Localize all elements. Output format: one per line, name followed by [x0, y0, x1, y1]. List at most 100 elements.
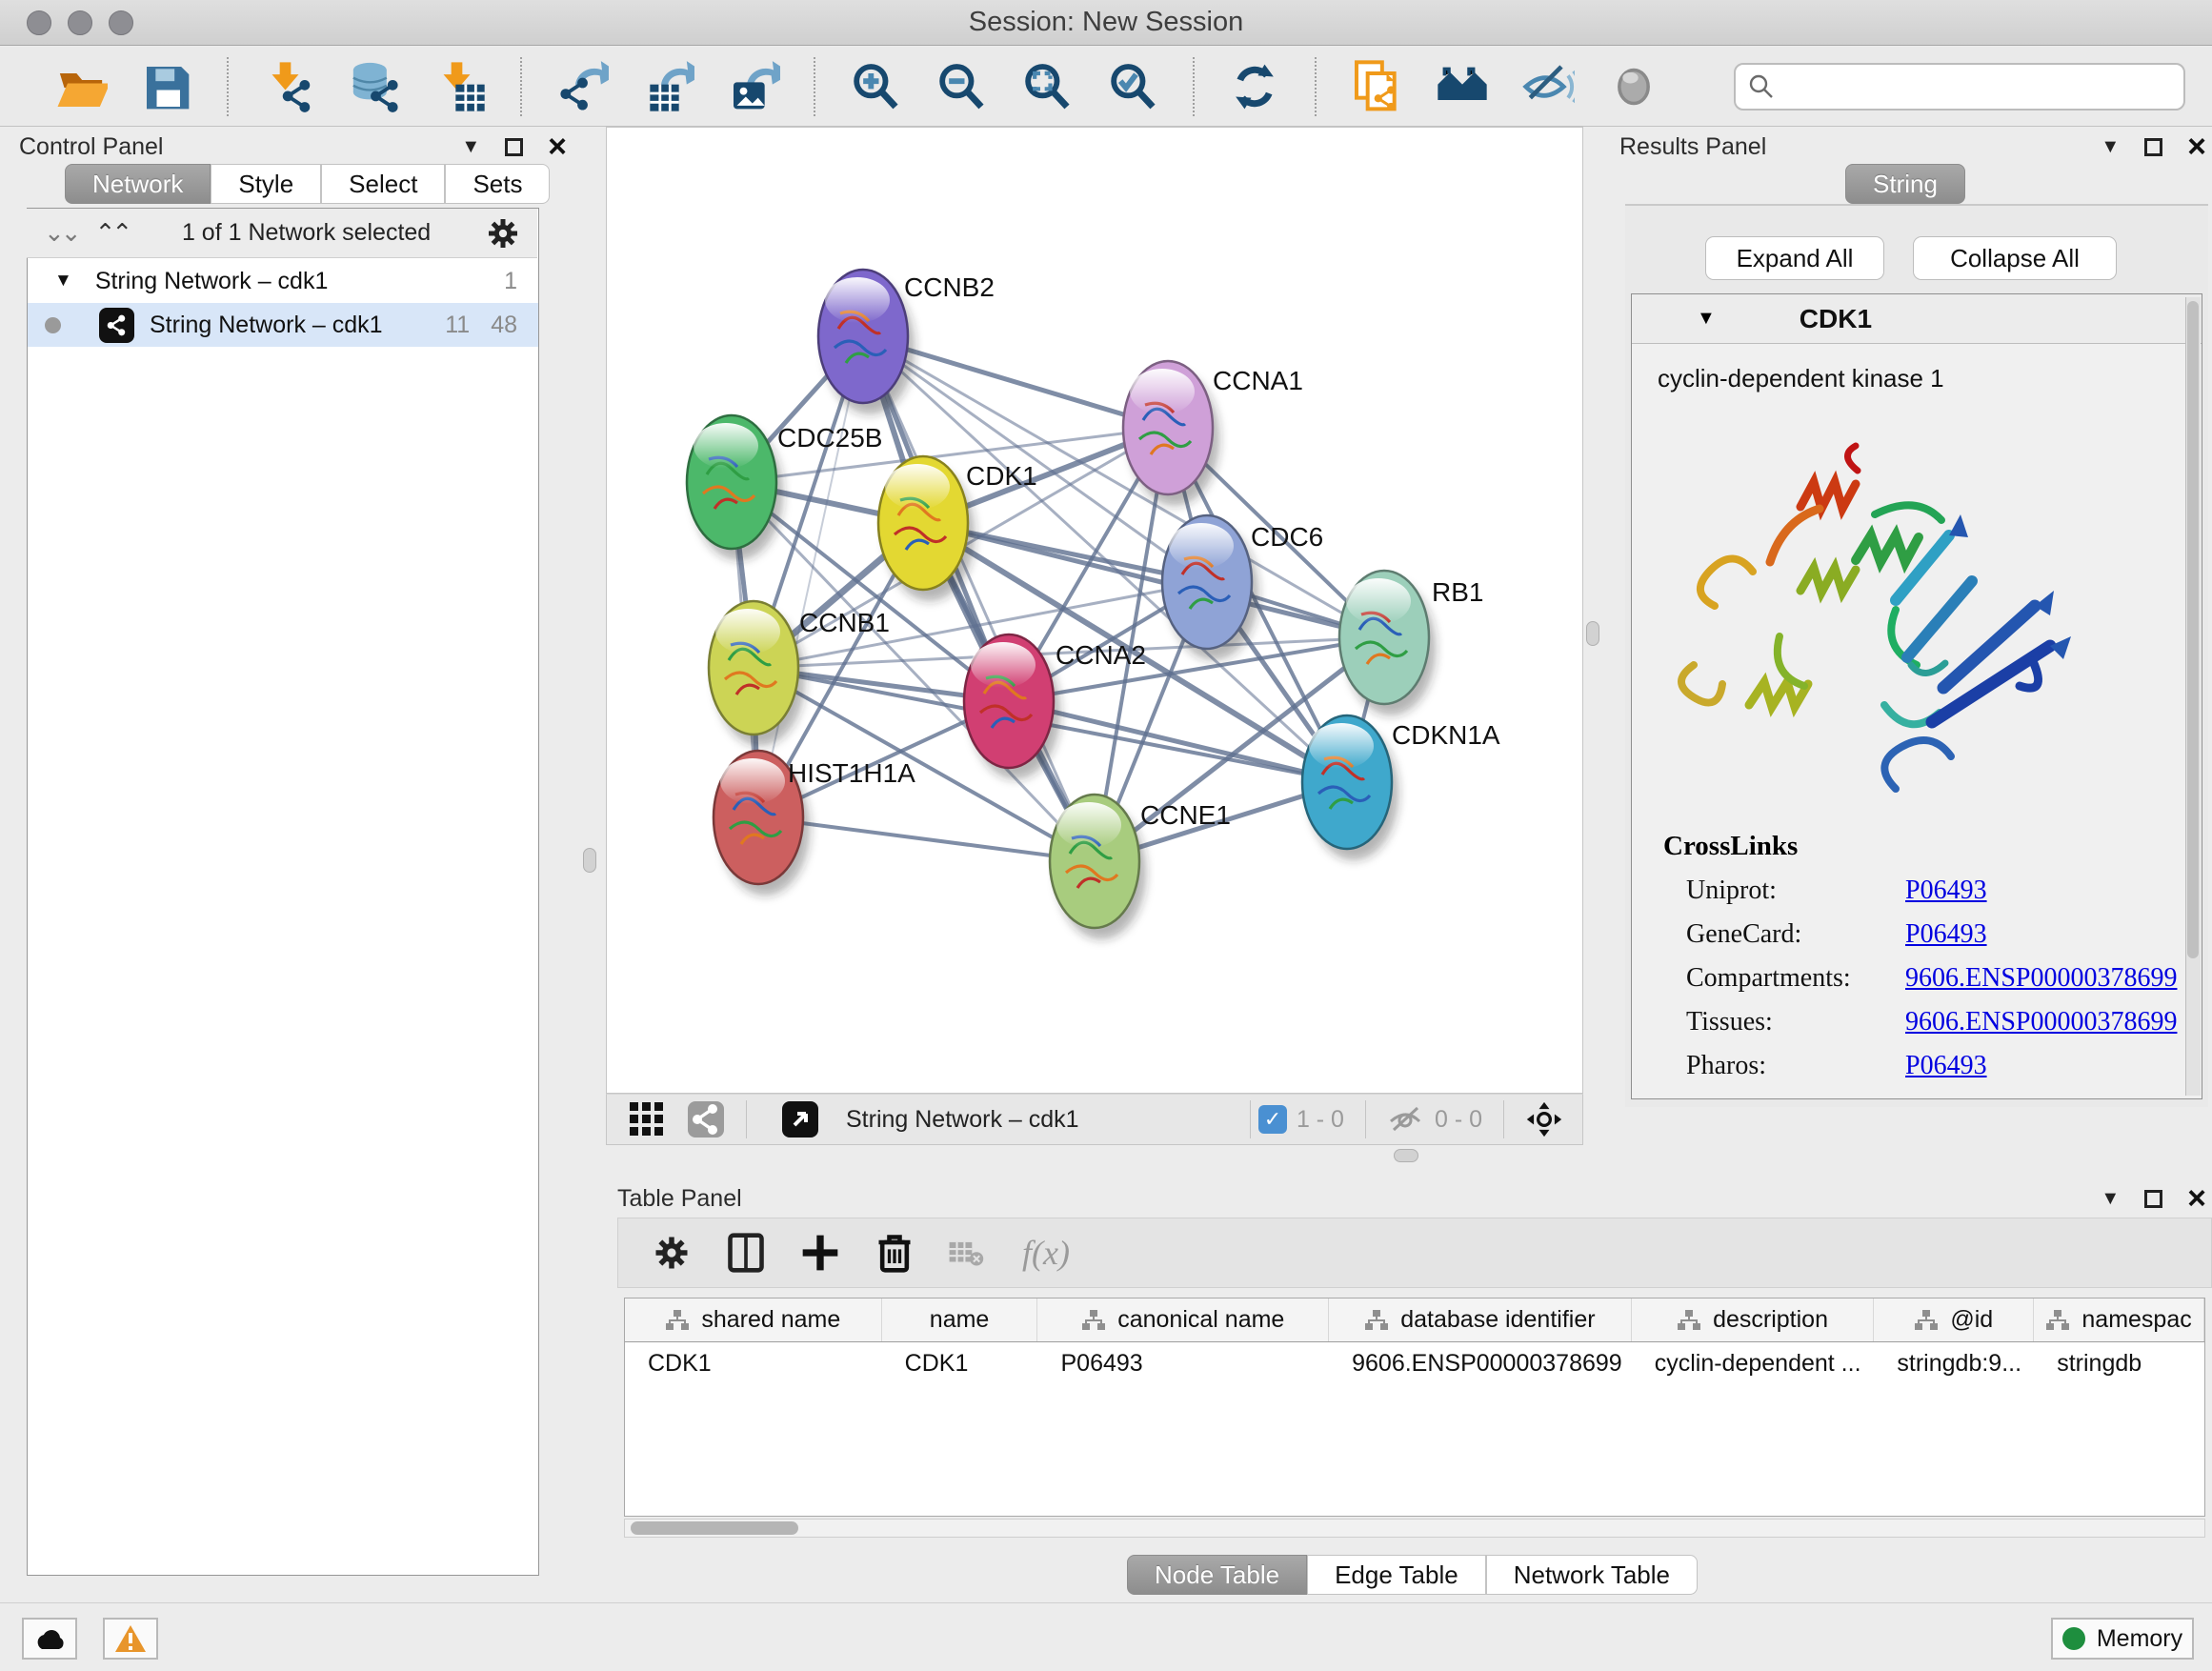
bottom-splitter-handle[interactable]	[1394, 1149, 1418, 1162]
save-session-button[interactable]	[137, 57, 196, 116]
import-network-button[interactable]	[259, 57, 318, 116]
table-hscrollbar-thumb[interactable]	[631, 1521, 798, 1535]
node-CCNA2[interactable]: CCNA2	[964, 634, 1146, 779]
refresh-button[interactable]	[1225, 57, 1284, 116]
memory-button[interactable]: Memory	[2051, 1618, 2194, 1660]
column-header-shared-name[interactable]: shared name	[625, 1299, 882, 1341]
tab-edge-table[interactable]: Edge Table	[1307, 1555, 1486, 1595]
crosslink-link[interactable]: 9606.ENSP00000378699	[1905, 1007, 2177, 1037]
show-all-button[interactable]	[1604, 57, 1663, 116]
expand-all-networks-icon[interactable]: ⌃⌃	[95, 218, 130, 248]
network-canvas[interactable]: CCNB2 CCNA1 CDC25B CDK1 CDC6 RB1	[606, 127, 1583, 1094]
results-scrollbar-thumb[interactable]	[2187, 301, 2199, 958]
network-share-view-icon[interactable]	[687, 1100, 725, 1138]
node-CCNA1[interactable]: CCNA1	[1123, 361, 1303, 506]
cell-canonical-name[interactable]: P06493	[1037, 1342, 1329, 1384]
node-CDKN1A[interactable]: CDKN1A	[1302, 715, 1500, 860]
column-header-namespac[interactable]: namespac	[2034, 1299, 2204, 1341]
crosslink-link[interactable]: P06493	[1905, 876, 1987, 906]
tab-style[interactable]: Style	[211, 164, 321, 204]
column-header-description[interactable]: description	[1632, 1299, 1875, 1341]
network-row-selected[interactable]: String Network – cdk1 11 48	[28, 303, 538, 347]
crosslink-link[interactable]: P06493	[1905, 1051, 1987, 1081]
window-controls[interactable]	[27, 10, 133, 35]
column-header-database-identifier[interactable]: database identifier	[1329, 1299, 1632, 1341]
column-header--id[interactable]: @id	[1874, 1299, 2034, 1341]
warnings-button[interactable]	[103, 1618, 158, 1660]
collapse-all-button[interactable]: Collapse All	[1913, 236, 2117, 280]
import-table-button[interactable]	[431, 57, 490, 116]
export-table-button[interactable]	[638, 57, 697, 116]
network-collection-row[interactable]: ▼ String Network – cdk1 1	[28, 259, 538, 303]
collapse-all-networks-icon[interactable]: ⌄⌄	[44, 218, 78, 248]
zoom-fit-button[interactable]	[1017, 57, 1076, 116]
show-columns-icon[interactable]	[725, 1232, 767, 1274]
node-CCNB1[interactable]: CCNB1	[709, 601, 890, 746]
delete-column-trash-icon[interactable]	[874, 1232, 915, 1274]
cell-shared-name[interactable]: CDK1	[625, 1342, 882, 1384]
search-input[interactable]	[1734, 63, 2185, 111]
results-panel-close-icon[interactable]: ×	[2187, 137, 2206, 156]
node-CCNB2[interactable]: CCNB2	[818, 270, 995, 414]
zoom-window-button[interactable]	[109, 10, 133, 35]
search-field[interactable]	[1783, 73, 2183, 100]
cell-database-identifier[interactable]: 9606.ENSP00000378699	[1329, 1342, 1632, 1384]
crosslink-link[interactable]: 9606.ENSP00000378699	[1905, 963, 2177, 994]
results-panel-collapse-icon[interactable]: ▼	[2101, 136, 2120, 158]
add-column-icon[interactable]	[799, 1232, 841, 1274]
left-splitter-handle[interactable]	[583, 848, 596, 873]
tab-sets[interactable]: Sets	[445, 164, 550, 204]
export-image-button[interactable]	[724, 57, 783, 116]
control-panel-close-icon[interactable]: ×	[548, 137, 567, 156]
import-network-database-button[interactable]	[345, 57, 404, 116]
table-panel-float-icon[interactable]	[2144, 1190, 2162, 1208]
gene-section-header[interactable]: ▼ CDK1	[1632, 294, 2202, 344]
birds-eye-view-icon[interactable]	[781, 1100, 819, 1138]
edge-CCNB2-HIST1H1A[interactable]	[758, 336, 863, 817]
selected-checkbox-icon[interactable]: ✓	[1258, 1105, 1287, 1134]
cell-name[interactable]: CDK1	[882, 1342, 1038, 1384]
hide-selected-button[interactable]	[1518, 57, 1578, 116]
cell-description[interactable]: cyclin-dependent ...	[1632, 1342, 1875, 1384]
toolbar-divider	[746, 1100, 747, 1138]
node-table[interactable]: shared namenamecanonical namedatabase id…	[624, 1298, 2205, 1517]
control-panel-float-icon[interactable]	[505, 138, 523, 156]
tab-select[interactable]: Select	[321, 164, 445, 204]
cloud-status-button[interactable]	[22, 1618, 77, 1660]
tab-network-table[interactable]: Network Table	[1486, 1555, 1698, 1595]
minimize-window-button[interactable]	[68, 10, 92, 35]
tab-node-table[interactable]: Node Table	[1127, 1555, 1307, 1595]
column-header-name[interactable]: name	[882, 1299, 1038, 1341]
tab-string[interactable]: String	[1845, 164, 1965, 204]
column-header-canonical-name[interactable]: canonical name	[1037, 1299, 1329, 1341]
table-panel-close-icon[interactable]: ×	[2187, 1189, 2206, 1208]
open-session-button[interactable]	[51, 57, 111, 116]
results-panel-float-icon[interactable]	[2144, 138, 2162, 156]
crosslink-label: Uniprot:	[1686, 876, 1905, 906]
network-options-gear-icon[interactable]	[484, 214, 522, 252]
string-import-button[interactable]	[1347, 57, 1406, 116]
cell--id[interactable]: stringdb:9...	[1874, 1342, 2034, 1384]
results-panel-header: Results Panel ▼ ×	[1619, 130, 2206, 164]
table-hscrollbar-track[interactable]	[624, 1519, 2205, 1538]
node-CCNE1[interactable]: CCNE1	[1050, 795, 1231, 939]
table-panel-collapse-icon[interactable]: ▼	[2101, 1188, 2120, 1210]
close-window-button[interactable]	[27, 10, 51, 35]
node-RB1[interactable]: RB1	[1339, 571, 1483, 715]
crosslink-link[interactable]: P06493	[1905, 919, 1987, 950]
table-settings-gear-icon[interactable]	[651, 1232, 693, 1274]
tab-network[interactable]: Network	[65, 164, 211, 204]
cell-namespac[interactable]: stringdb	[2034, 1342, 2204, 1384]
zoom-in-button[interactable]	[846, 57, 905, 116]
control-panel-collapse-icon[interactable]: ▼	[461, 136, 480, 158]
expand-all-button[interactable]: Expand All	[1705, 236, 1884, 280]
gene-collapse-icon[interactable]: ▼	[1697, 308, 1716, 330]
zoom-out-button[interactable]	[932, 57, 991, 116]
export-network-button[interactable]	[553, 57, 612, 116]
grid-view-icon[interactable]	[628, 1100, 666, 1138]
pan-crosshair-icon[interactable]	[1525, 1100, 1563, 1138]
network-manager-button[interactable]	[1433, 57, 1492, 116]
zoom-selected-button[interactable]	[1103, 57, 1162, 116]
right-splitter-handle[interactable]	[1586, 621, 1599, 646]
collection-expand-icon[interactable]: ▼	[54, 271, 72, 292]
